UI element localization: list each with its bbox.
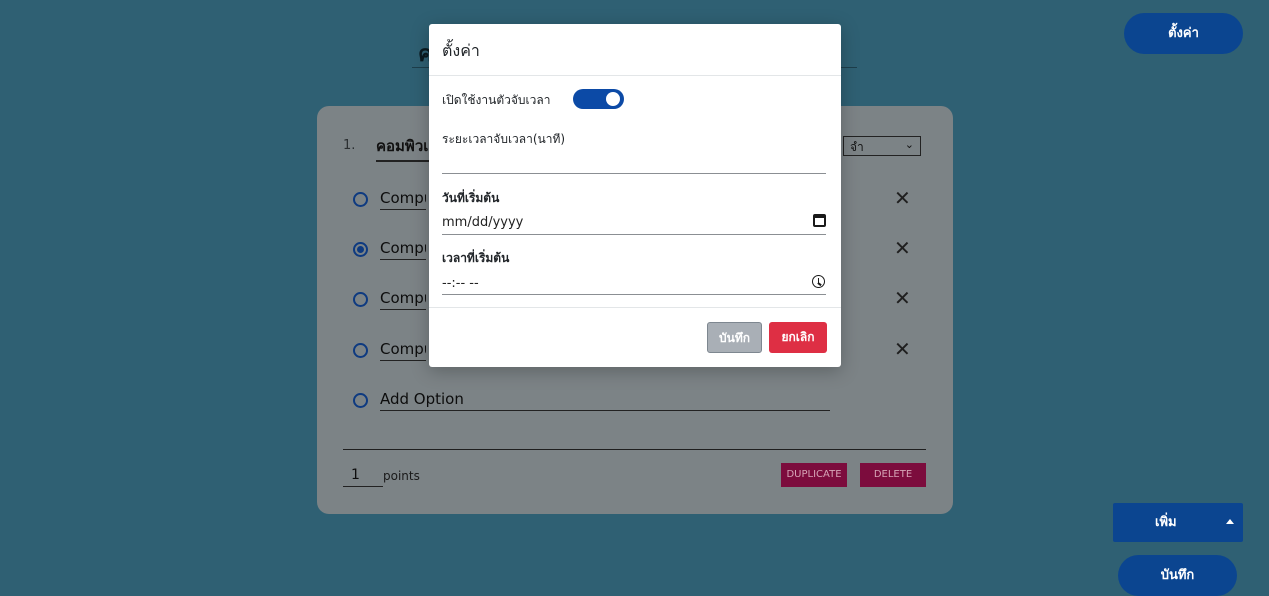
enable-timer-label: เปิดใช้งานตัวจับเวลา (442, 93, 551, 107)
add-button[interactable]: เพิ่ม (1113, 503, 1243, 542)
remove-option-icon[interactable]: ✕ (894, 286, 911, 310)
duration-input[interactable] (442, 152, 826, 174)
modal-title: ตั้งค่า (442, 41, 480, 60)
start-time-placeholder: --:-- -- (442, 276, 479, 291)
remove-option-icon[interactable]: ✕ (894, 337, 911, 361)
option-text-input[interactable]: Compu (380, 340, 426, 361)
card-divider (343, 449, 926, 450)
option-radio[interactable] (353, 292, 368, 307)
option-text-input[interactable]: Compu (380, 239, 426, 260)
option-radio[interactable] (353, 242, 368, 257)
points-input[interactable]: 1 (343, 467, 383, 487)
start-date-label: วันที่เริ่มต้น (442, 191, 500, 205)
add-option-input[interactable]: Add Option (380, 390, 830, 411)
option-radio[interactable] (353, 192, 368, 207)
start-date-input[interactable]: mm/dd/yyyy (442, 213, 826, 235)
toggle-knob (606, 92, 620, 106)
option-text-input[interactable]: Compu (380, 289, 426, 310)
settings-modal: ตั้งค่า เปิดใช้งานตัวจับเวลา ระยะเวลาจับ… (429, 24, 841, 367)
duplicate-button[interactable]: DUPLICATE (781, 463, 847, 487)
add-button-label: เพิ่ม (1155, 515, 1177, 530)
modal-cancel-button[interactable]: ยกเลิก (769, 322, 827, 353)
start-time-label: เวลาที่เริ่มต้น (442, 251, 510, 265)
chevron-down-icon: ⌄ (904, 138, 914, 151)
remove-option-icon[interactable]: ✕ (894, 186, 911, 210)
option-radio[interactable] (353, 343, 368, 358)
modal-header-divider (429, 75, 841, 76)
start-time-input[interactable]: --:-- -- (442, 274, 826, 295)
question-type-value: จำ (850, 140, 864, 154)
caret-up-icon (1226, 519, 1234, 524)
save-button[interactable]: บันทึก (1118, 555, 1237, 596)
calendar-icon[interactable] (813, 214, 826, 227)
modal-save-button[interactable]: บันทึก (707, 322, 762, 353)
question-type-select[interactable]: จำ ⌄ (843, 136, 921, 156)
duration-label: ระยะเวลาจับเวลา(นาที) (442, 132, 566, 146)
start-date-placeholder: mm/dd/yyyy (442, 215, 524, 230)
question-number: 1. (343, 138, 356, 153)
delete-button[interactable]: DELETE (860, 463, 926, 487)
settings-button[interactable]: ตั้งค่า (1124, 13, 1243, 54)
points-label: points (383, 469, 420, 483)
option-radio[interactable] (353, 393, 368, 408)
add-option-row: Add Option (353, 386, 913, 416)
clock-icon[interactable] (812, 275, 825, 288)
option-text-input[interactable]: Compu (380, 189, 426, 210)
modal-footer-divider (429, 307, 841, 308)
timer-toggle[interactable] (573, 89, 624, 109)
remove-option-icon[interactable]: ✕ (894, 236, 911, 260)
